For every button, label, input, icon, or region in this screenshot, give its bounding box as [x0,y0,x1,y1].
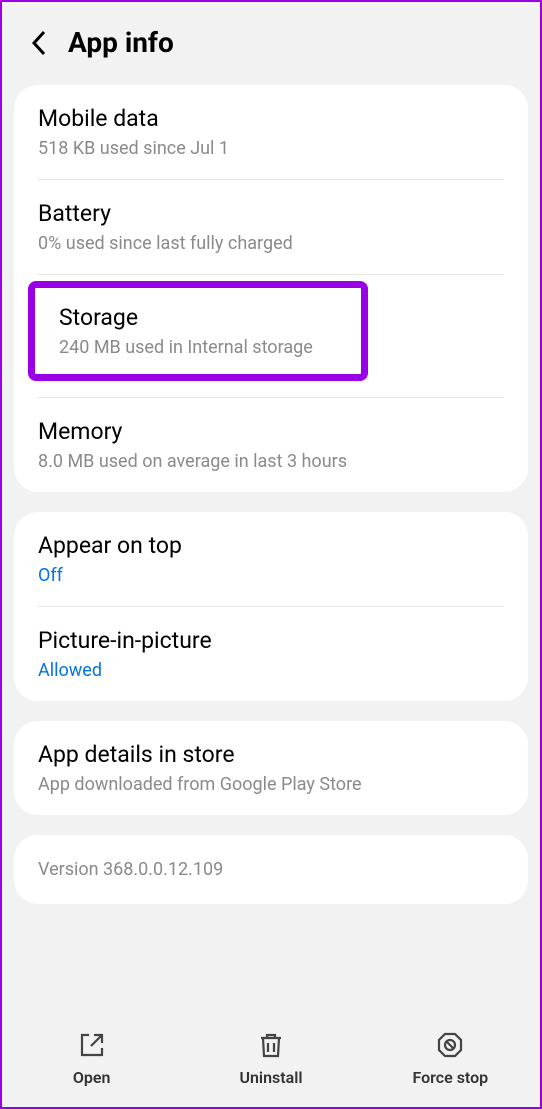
app-details-item[interactable]: App details in store App downloaded from… [14,721,528,815]
uninstall-button[interactable]: Uninstall [181,1030,360,1087]
page-title: App info [68,26,174,59]
battery-sub: 0% used since last fully charged [38,233,504,254]
storage-item[interactable]: Storage 240 MB used in Internal storage [14,275,528,397]
storage-sub: 240 MB used in Internal storage [59,337,343,358]
mobile-data-item[interactable]: Mobile data 518 KB used since Jul 1 [14,85,528,179]
bottom-bar: Open Uninstall Force stop [2,1016,540,1107]
back-icon[interactable] [30,29,48,57]
pip-item[interactable]: Picture-in-picture Allowed [14,607,528,701]
open-icon [77,1030,107,1060]
store-card: App details in store App downloaded from… [14,721,528,815]
storage-title: Storage [59,304,343,331]
trash-icon [256,1030,286,1060]
app-details-sub: App downloaded from Google Play Store [38,774,504,795]
stop-icon [435,1030,465,1060]
uninstall-label: Uninstall [239,1068,302,1087]
open-button[interactable]: Open [2,1030,181,1087]
force-stop-label: Force stop [412,1068,488,1087]
memory-sub: 8.0 MB used on average in last 3 hours [38,451,504,472]
force-stop-button[interactable]: Force stop [361,1030,540,1087]
mobile-data-title: Mobile data [38,105,504,132]
version-card: Version 368.0.0.12.109 [14,835,528,904]
header: App info [2,2,540,85]
storage-highlight: Storage 240 MB used in Internal storage [28,281,368,381]
version-text: Version 368.0.0.12.109 [38,859,504,880]
memory-title: Memory [38,418,504,445]
appear-on-top-item[interactable]: Appear on top Off [14,512,528,606]
app-details-title: App details in store [38,741,504,768]
pip-title: Picture-in-picture [38,627,504,654]
appear-on-top-status: Off [38,565,504,586]
pip-status: Allowed [38,660,504,681]
open-label: Open [73,1068,111,1087]
battery-item[interactable]: Battery 0% used since last fully charged [14,180,528,274]
memory-item[interactable]: Memory 8.0 MB used on average in last 3 … [14,398,528,492]
mobile-data-sub: 518 KB used since Jul 1 [38,138,504,159]
battery-title: Battery [38,200,504,227]
permissions-card: Appear on top Off Picture-in-picture All… [14,512,528,701]
usage-card: Mobile data 518 KB used since Jul 1 Batt… [14,85,528,492]
appear-on-top-title: Appear on top [38,532,504,559]
